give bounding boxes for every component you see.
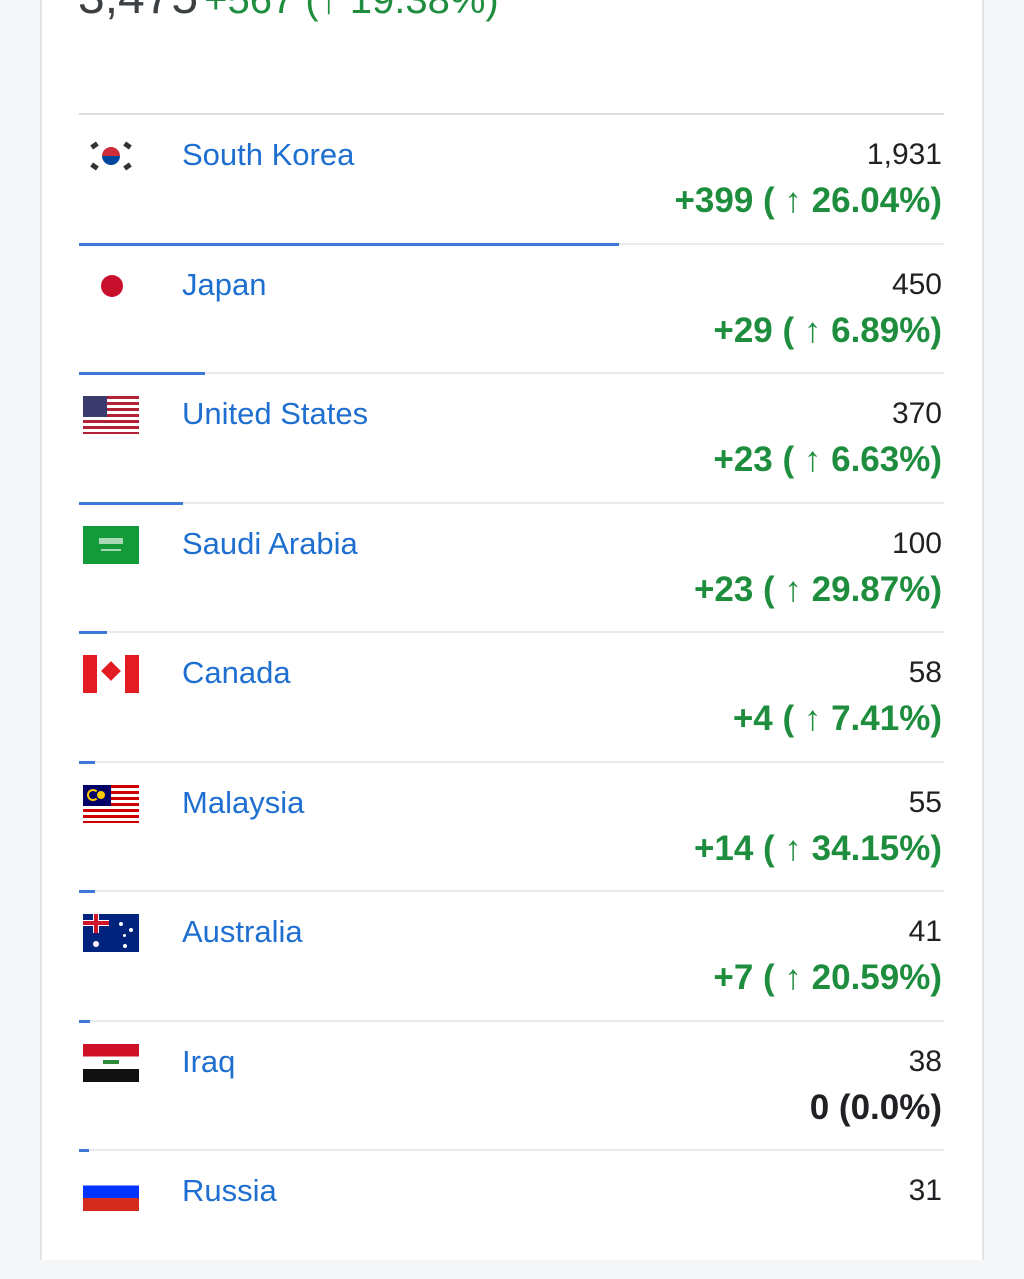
country-name-link[interactable]: Canada	[182, 655, 291, 691]
summary-header: 3,475 +567 (↑ 19.38%)	[78, 0, 499, 26]
country-value: 38	[908, 1044, 942, 1078]
country-change: +23 ( ↑ 6.63%)	[713, 440, 942, 479]
country-row[interactable]: Iraq 38 0 (0.0%)	[79, 1019, 944, 1150]
russia-flag-icon	[83, 1173, 139, 1211]
country-name-link[interactable]: Japan	[182, 267, 266, 303]
country-value: 58	[908, 656, 942, 689]
country-value: 450	[891, 267, 942, 301]
united-states-flag-icon	[83, 396, 139, 434]
share-bar	[79, 631, 107, 634]
canada-flag-icon	[83, 655, 139, 693]
country-name-link[interactable]: United States	[182, 396, 368, 432]
country-change: 0 (0.0%)	[809, 1087, 942, 1127]
country-name-link[interactable]: Saudi Arabia	[182, 526, 358, 562]
share-bar	[79, 501, 183, 505]
share-bar	[79, 372, 205, 375]
country-change: +7 ( ↑ 20.59%)	[713, 958, 942, 997]
share-bar	[79, 760, 95, 764]
country-value: 100	[891, 526, 942, 560]
country-value: 31	[908, 1174, 942, 1207]
country-row[interactable]: Malaysia 55 +14 ( ↑ 34.15%)	[79, 760, 944, 891]
country-value: 1,931	[866, 138, 942, 171]
country-row[interactable]: South Korea 1,931 +399 ( ↑ 26.04%)	[79, 113, 944, 243]
country-row[interactable]: Saudi Arabia 100 +23 ( ↑ 29.87%)	[79, 501, 944, 632]
country-name-link[interactable]: Malaysia	[182, 785, 304, 821]
country-name-link[interactable]: Russia	[182, 1173, 277, 1209]
country-row[interactable]: Russia 31	[79, 1149, 944, 1279]
country-row[interactable]: United States 370 +23 ( ↑ 6.63%)	[79, 372, 944, 502]
share-bar	[79, 242, 619, 246]
country-change: +23 ( ↑ 29.87%)	[693, 569, 942, 609]
total-change: +567 (↑ 19.38%)	[204, 0, 499, 22]
country-list: South Korea 1,931 +399 ( ↑ 26.04%) Japan…	[79, 113, 944, 1279]
country-name-link[interactable]: Australia	[182, 914, 303, 950]
saudi-arabia-flag-icon	[83, 525, 139, 564]
country-name-link[interactable]: Iraq	[182, 1044, 235, 1080]
country-name-link[interactable]: South Korea	[182, 137, 354, 173]
japan-flag-icon	[83, 266, 139, 305]
country-value: 41	[908, 915, 942, 948]
iraq-flag-icon	[83, 1043, 139, 1082]
country-row[interactable]: Canada 58 +4 ( ↑ 7.41%)	[79, 631, 944, 761]
country-change: +399 ( ↑ 26.04%)	[674, 181, 942, 220]
malaysia-flag-icon	[83, 784, 139, 823]
share-bar	[79, 890, 95, 893]
country-row[interactable]: Japan 450 +29 ( ↑ 6.89%)	[79, 242, 944, 373]
share-bar	[79, 1149, 89, 1152]
south-korea-flag-icon	[83, 137, 139, 175]
share-bar	[79, 1019, 90, 1023]
country-change: +4 ( ↑ 7.41%)	[732, 699, 942, 738]
country-change: +29 ( ↑ 6.89%)	[713, 310, 942, 350]
country-value: 55	[908, 785, 942, 819]
country-value: 370	[891, 397, 942, 430]
country-change: +14 ( ↑ 34.15%)	[693, 828, 942, 868]
total-value: 3,475	[78, 0, 198, 24]
australia-flag-icon	[83, 914, 139, 952]
country-row[interactable]: Australia 41 +7 ( ↑ 20.59%)	[79, 890, 944, 1020]
